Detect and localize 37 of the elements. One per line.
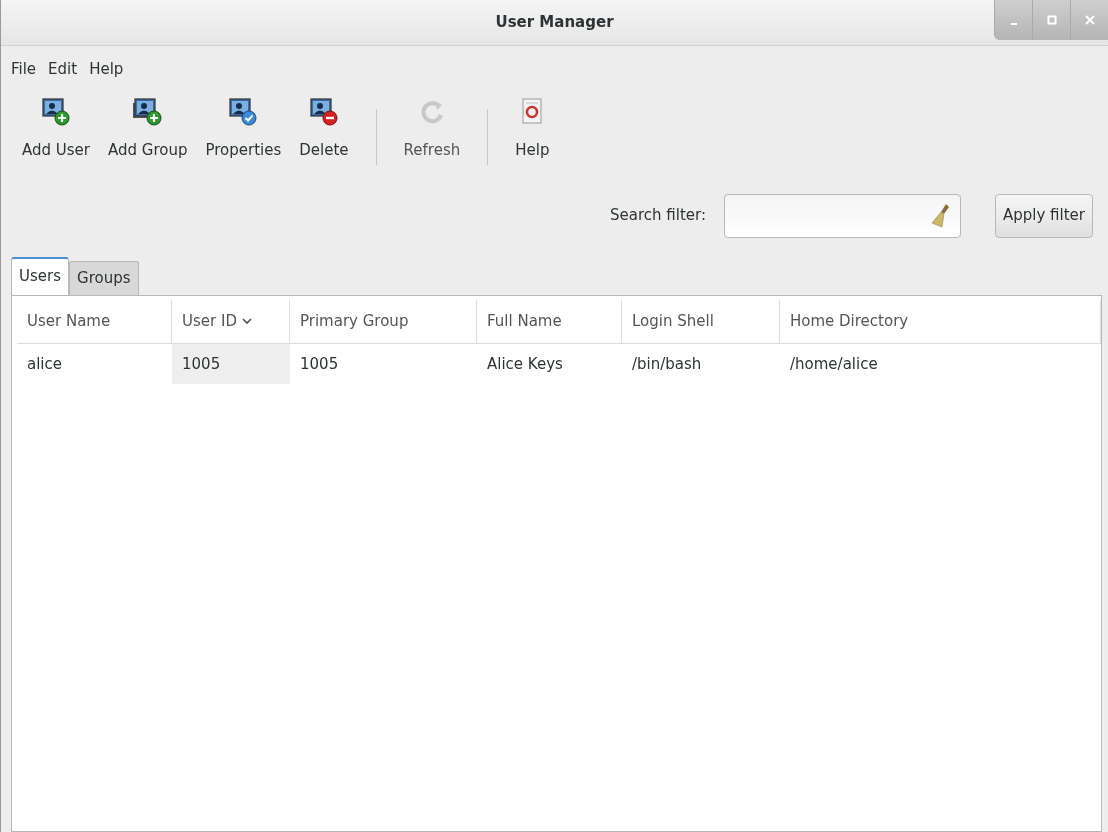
group-add-icon bbox=[132, 96, 163, 127]
column-header[interactable]: User Name bbox=[17, 300, 172, 344]
tab[interactable]: Users bbox=[11, 256, 69, 295]
table-cell-text: alice bbox=[26, 353, 63, 375]
close-button[interactable] bbox=[1070, 0, 1108, 40]
table-cell-text: /home/alice bbox=[789, 353, 879, 375]
toolbar-button[interactable]: Properties bbox=[196, 94, 291, 179]
toolbar-button[interactable]: Add Group bbox=[99, 94, 197, 179]
close-icon bbox=[1084, 15, 1095, 25]
minimize-icon bbox=[1010, 23, 1017, 25]
column-header[interactable]: Home Directory bbox=[780, 300, 1101, 344]
user-remove-icon bbox=[308, 96, 339, 127]
sort-descending-icon bbox=[241, 317, 252, 326]
maximize-button[interactable] bbox=[1032, 0, 1070, 40]
table-cell-text: Alice Keys bbox=[486, 353, 564, 375]
column-header[interactable]: User ID bbox=[172, 300, 290, 344]
menu-item[interactable]: File bbox=[5, 58, 43, 81]
column-header[interactable]: Login Shell bbox=[622, 300, 780, 344]
table-cell: 1005 bbox=[172, 343, 290, 384]
column-header[interactable]: Primary Group bbox=[290, 300, 477, 344]
search-filter-label: Search filter: bbox=[610, 205, 706, 227]
column-header[interactable]: Full Name bbox=[477, 300, 622, 344]
minimize-button[interactable] bbox=[994, 0, 1032, 40]
user-check-icon bbox=[228, 96, 259, 127]
maximize-icon bbox=[1046, 15, 1057, 25]
apply-filter-button[interactable]: Apply filter bbox=[995, 193, 1093, 238]
search-filter-field[interactable] bbox=[724, 193, 961, 238]
menu-item[interactable]: Help bbox=[83, 58, 130, 81]
window-title: User Manager bbox=[495, 12, 614, 34]
menu-item[interactable]: Edit bbox=[42, 58, 84, 81]
toolbar-button[interactable]: Add User bbox=[13, 94, 99, 179]
table-cell-text: 1005 bbox=[299, 353, 340, 375]
toolbar-button[interactable]: Delete bbox=[290, 94, 358, 179]
table-cell-text: /bin/bash bbox=[631, 353, 703, 375]
toolbar-button[interactable]: Help bbox=[506, 94, 559, 179]
user-add-icon bbox=[41, 96, 71, 127]
tab[interactable]: Groups bbox=[69, 260, 139, 295]
